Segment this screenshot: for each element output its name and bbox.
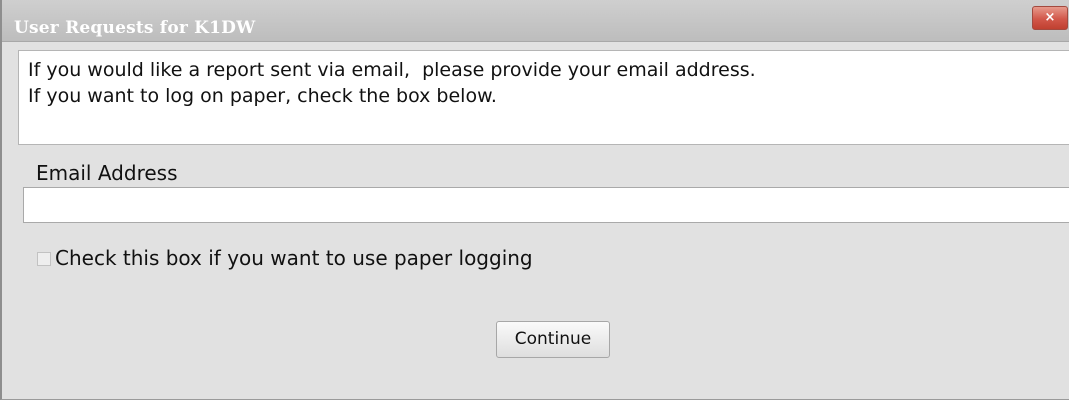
dialog-title: User Requests for K1DW: [14, 18, 256, 38]
paper-logging-label[interactable]: Check this box if you want to use paper …: [55, 246, 533, 270]
paper-logging-checkbox[interactable]: [37, 252, 51, 266]
instruction-line-email: If you would like a report sent via emai…: [28, 59, 756, 81]
instructions-panel: If you would like a report sent via emai…: [18, 50, 1069, 145]
close-button[interactable]: ×: [1032, 6, 1068, 30]
instruction-line-paper: If you want to log on paper, check the b…: [28, 85, 497, 107]
title-bar[interactable]: User Requests for K1DW ×: [2, 0, 1069, 42]
continue-button[interactable]: Continue: [496, 321, 610, 358]
user-requests-dialog: User Requests for K1DW × If you would li…: [0, 0, 1069, 400]
paper-logging-row[interactable]: Check this box if you want to use paper …: [37, 244, 533, 272]
close-icon: ×: [1044, 10, 1056, 25]
email-address-input[interactable]: [23, 187, 1069, 223]
email-address-label: Email Address: [36, 161, 178, 185]
